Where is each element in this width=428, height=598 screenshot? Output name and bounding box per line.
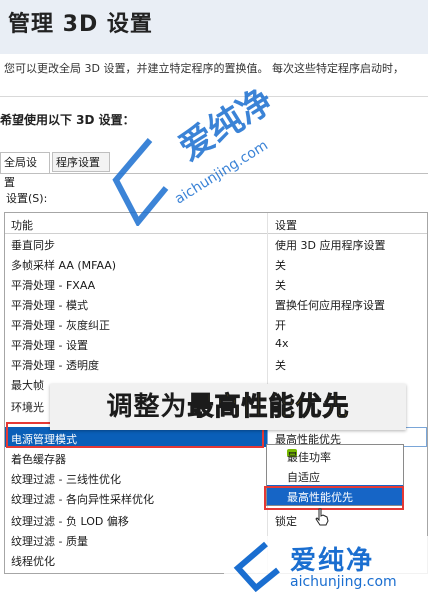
watermark-brand: 爱纯净 <box>290 546 375 576</box>
dropdown-option[interactable]: 最佳功率 <box>267 445 403 465</box>
row-feature: 垂直同步 <box>11 239 55 252</box>
row-feature: 纹理过滤 - 三线性优化 <box>11 473 121 486</box>
row-feature: 纹理过滤 - 各向异性采样优化 <box>11 493 154 506</box>
row-feature: 纹理过滤 - 质量 <box>11 535 88 548</box>
brand-logo-icon <box>112 138 169 226</box>
hand-cursor-icon <box>315 508 329 526</box>
row-feature: 着色缓存器 <box>11 453 66 466</box>
row-feature: 平滑处理 - 灰度纠正 <box>11 319 110 332</box>
watermark-url: aichunjing.com <box>290 574 397 590</box>
watermark-bottom: 爱纯净 aichunjing.com <box>224 536 428 596</box>
title-bar: 管理 3D 设置 <box>0 0 428 54</box>
row-value: 置换任何应用程序设置 <box>275 299 385 312</box>
instruction-banner: 调整为最高性能优先 <box>50 384 406 430</box>
row-feature: 平滑处理 - 设置 <box>11 339 88 352</box>
dropdown-option[interactable]: 自适应 <box>267 465 403 485</box>
settings-label: 设置(S): <box>6 192 48 205</box>
tab-program-settings[interactable]: 程序设置 <box>52 152 110 172</box>
row-value: 4x <box>275 337 289 350</box>
column-feature: 功能 <box>11 219 33 232</box>
row-feature: 环境光 <box>11 401 44 414</box>
highlight-frame-option <box>264 486 404 510</box>
row-feature: 最大帧 <box>11 379 44 392</box>
option-label: 自适应 <box>287 471 320 484</box>
table-row[interactable]: 平滑处理 - 透明度 关 <box>5 353 427 373</box>
page-title: 管理 3D 设置 <box>8 12 153 37</box>
table-row[interactable]: 纹理过滤 - 负 LOD 偏移 锁定 <box>5 509 427 529</box>
banner-highlight: 最高性能优先 <box>187 392 350 423</box>
brand-logo-icon <box>233 541 280 592</box>
watermark-top: 爱纯净 aichunjing.com <box>110 81 290 236</box>
row-feature: 平滑处理 - FXAA <box>11 279 96 292</box>
row-feature: 平滑处理 - 透明度 <box>11 359 99 372</box>
banner-prefix: 调整为 <box>106 392 188 422</box>
table-row[interactable]: 垂直同步 使用 3D 应用程序设置 <box>5 233 427 253</box>
row-feature: 线程优化 <box>11 555 55 568</box>
table-row[interactable]: 平滑处理 - 模式 置换任何应用程序设置 <box>5 293 427 313</box>
row-value: 锁定 <box>275 515 297 528</box>
table-row[interactable]: 平滑处理 - FXAA 关 <box>5 273 427 293</box>
row-feature: 纹理过滤 - 负 LOD 偏移 <box>11 515 129 528</box>
divider <box>0 96 428 97</box>
row-feature: 多帧采样 AA (MFAA) <box>11 259 117 272</box>
row-value: 关 <box>275 359 286 372</box>
table-row[interactable]: 多帧采样 AA (MFAA) 关 <box>5 253 427 273</box>
row-value: 开 <box>275 319 286 332</box>
row-feature: 平滑处理 - 模式 <box>11 299 88 312</box>
tab-global-settings[interactable]: 全局设置 <box>0 152 50 189</box>
page-description: 您可以更改全局 3D 设置，并建立特定程序的置换值。 每次这些特定程序启动时， <box>4 62 404 75</box>
row-value: 使用 3D 应用程序设置 <box>275 239 386 252</box>
row-value: 关 <box>275 259 286 272</box>
table-row[interactable]: 平滑处理 - 设置 4x <box>5 333 427 353</box>
table-row[interactable]: 平滑处理 - 灰度纠正 开 <box>5 313 427 333</box>
option-label: 最佳功率 <box>287 451 331 464</box>
row-value: 关 <box>275 279 286 292</box>
